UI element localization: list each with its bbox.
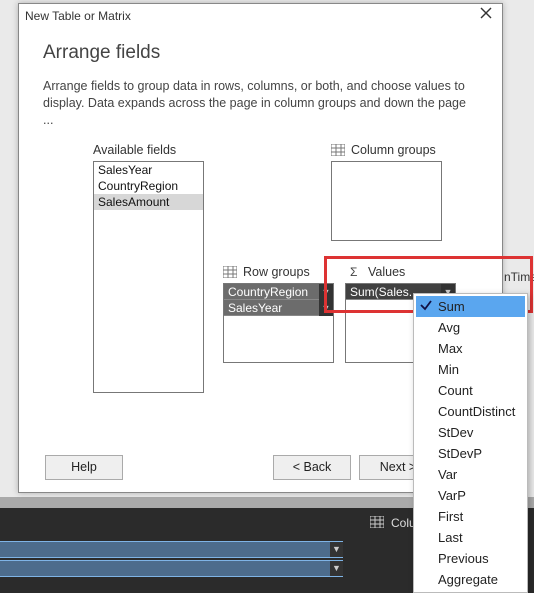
viewport: nTime s ▼ ▼ Colum New Table or Matrix Ar… xyxy=(0,0,534,593)
titlebar: New Table or Matrix xyxy=(19,4,502,28)
row-group-chip-label: CountryRegion xyxy=(228,285,308,299)
aggregate-menu-item[interactable]: CountDistinct xyxy=(416,401,525,422)
aggregate-menu-item[interactable]: First xyxy=(416,506,525,527)
aggregate-menu-item-label: Aggregate xyxy=(438,572,498,587)
aggregate-menu-item[interactable]: Count xyxy=(416,380,525,401)
aggregate-menu-item[interactable]: Var xyxy=(416,464,525,485)
values-label: Values xyxy=(368,265,405,279)
row-groups-label: Row groups xyxy=(243,265,310,279)
aggregate-menu-item-label: Min xyxy=(438,362,459,377)
close-button[interactable] xyxy=(480,7,498,25)
chevron-down-icon[interactable]: ▼ xyxy=(319,284,333,300)
row-groups-list[interactable]: CountryRegion ▼ SalesYear ▼ xyxy=(223,283,334,363)
table-icon xyxy=(370,516,384,528)
aggregate-menu-item-label: Max xyxy=(438,341,463,356)
column-groups-label: Column groups xyxy=(351,143,436,157)
background-field-truncated: nTime xyxy=(504,266,534,288)
aggregate-menu-item[interactable]: Previous xyxy=(416,548,525,569)
chevron-down-icon[interactable]: ▼ xyxy=(330,542,343,557)
row-group-chip[interactable]: CountryRegion ▼ xyxy=(224,284,333,300)
aggregate-menu-item[interactable]: Min xyxy=(416,359,525,380)
check-icon xyxy=(419,298,433,312)
aggregate-menu-item-label: Avg xyxy=(438,320,460,335)
aggregate-menu-item[interactable]: VarP xyxy=(416,485,525,506)
aggregate-menu-item[interactable]: Aggregate xyxy=(416,569,525,590)
aggregate-menu-item[interactable]: Avg xyxy=(416,317,525,338)
aggregate-menu-item-label: Var xyxy=(438,467,457,482)
aggregate-menu-item-label: StDev xyxy=(438,425,473,440)
aggregate-menu-item-label: CountDistinct xyxy=(438,404,515,419)
aggregate-menu-item-label: Previous xyxy=(438,551,489,566)
chevron-down-icon[interactable]: ▼ xyxy=(319,300,333,316)
background-group-row-2[interactable]: ▼ xyxy=(0,560,343,577)
sigma-icon: Σ xyxy=(350,265,357,279)
row-group-chip-label: SalesYear xyxy=(228,301,282,315)
row-group-chip[interactable]: SalesYear ▼ xyxy=(224,300,333,316)
column-groups-list[interactable] xyxy=(331,161,442,241)
background-group-row-1[interactable]: ▼ xyxy=(0,541,343,558)
back-button[interactable]: < Back xyxy=(273,455,351,480)
aggregate-menu-item-label: First xyxy=(438,509,463,524)
page-heading: Arrange fields xyxy=(43,42,478,64)
aggregate-menu-item-label: Last xyxy=(438,530,463,545)
close-icon xyxy=(480,7,492,19)
chevron-down-icon[interactable]: ▼ xyxy=(330,561,343,576)
aggregate-menu-item[interactable]: Sum xyxy=(416,296,525,317)
table-icon xyxy=(223,266,237,278)
available-field-item[interactable]: SalesAmount xyxy=(94,194,203,210)
aggregate-menu-item[interactable]: Max xyxy=(416,338,525,359)
aggregate-menu[interactable]: Sum Avg Max Min Count CountDistinct StDe… xyxy=(413,293,528,593)
value-chip-label: Sum(Sales... xyxy=(350,285,419,299)
aggregate-menu-item-label: Sum xyxy=(438,299,465,314)
aggregate-menu-item-label: VarP xyxy=(438,488,466,503)
aggregate-menu-item-label: StDevP xyxy=(438,446,482,461)
help-button[interactable]: Help xyxy=(45,455,123,480)
aggregate-menu-item[interactable]: StDev xyxy=(416,422,525,443)
aggregate-menu-item-label: Count xyxy=(438,383,473,398)
available-field-item[interactable]: SalesYear xyxy=(94,162,203,178)
aggregate-menu-item[interactable]: StDevP xyxy=(416,443,525,464)
aggregate-menu-item[interactable]: Last xyxy=(416,527,525,548)
dialog-title: New Table or Matrix xyxy=(25,9,131,23)
available-fields-list[interactable]: SalesYear CountryRegion SalesAmount xyxy=(93,161,204,393)
available-field-item[interactable]: CountryRegion xyxy=(94,178,203,194)
table-icon xyxy=(331,144,345,156)
page-description: Arrange fields to group data in rows, co… xyxy=(43,78,478,129)
available-fields-label: Available fields xyxy=(93,143,176,157)
